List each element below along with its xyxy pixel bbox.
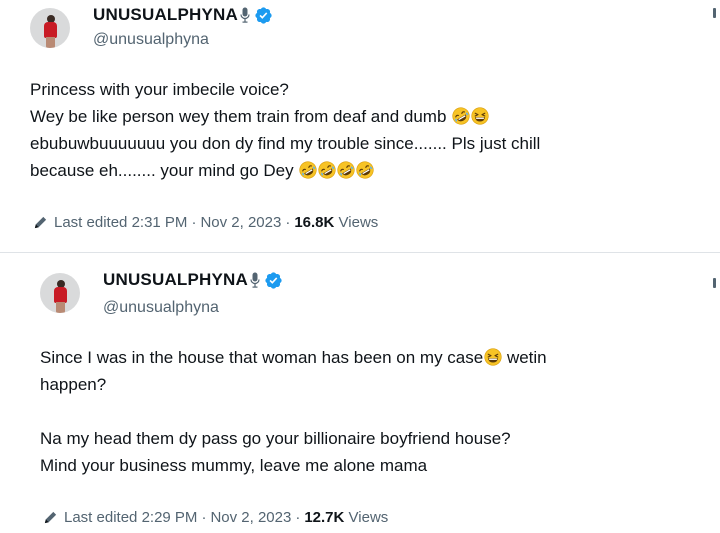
tweet-text-line: ebubuwbuuuuuuu you don dy find my troubl… bbox=[30, 134, 541, 153]
tweet-text-spacer bbox=[40, 398, 547, 425]
tweet-text-line: Na my head them dy pass go your billiona… bbox=[40, 429, 511, 448]
separator: · bbox=[201, 509, 207, 526]
more-options-edge[interactable] bbox=[713, 8, 716, 18]
pencil-icon bbox=[43, 510, 58, 525]
display-name-text[interactable]: UNUSUALPHYNA bbox=[103, 270, 248, 290]
edited-time[interactable]: 2:31 PM bbox=[132, 214, 188, 231]
tweet-meta: Last edited 2:31 PM · Nov 2, 2023 · 16.8… bbox=[33, 214, 378, 231]
separator: · bbox=[191, 214, 197, 231]
display-name-text[interactable]: UNUSUALPHYNA bbox=[93, 5, 238, 25]
tweet-text-line-content: because eh........ your mind go Dey bbox=[30, 161, 294, 180]
tweet-text-line-content: Wey be like person wey them train from d… bbox=[30, 107, 447, 126]
views-label[interactable]: Views bbox=[339, 214, 379, 231]
tweet-meta: Last edited 2:29 PM · Nov 2, 2023 · 12.7… bbox=[43, 509, 388, 526]
rolling-on-floor-laughing-emoji bbox=[356, 161, 374, 179]
tweet-text-line: Princess with your imbecile voice? bbox=[30, 80, 289, 99]
edited-date[interactable]: Nov 2, 2023 bbox=[210, 509, 291, 526]
last-edited-label[interactable]: Last edited bbox=[64, 509, 137, 526]
rolling-on-floor-laughing-emoji bbox=[318, 161, 336, 179]
more-options-edge[interactable] bbox=[713, 278, 716, 288]
pencil-icon bbox=[33, 215, 48, 230]
edited-date[interactable]: Nov 2, 2023 bbox=[200, 214, 281, 231]
tweet-text-line-content: Since I was in the house that woman has … bbox=[40, 348, 484, 367]
grinning-squinting-face-emoji bbox=[484, 348, 502, 366]
views-count[interactable]: 12.7K bbox=[304, 509, 344, 526]
avatar[interactable] bbox=[40, 273, 80, 313]
tweet-text-line: because eh........ your mind go Dey bbox=[30, 157, 540, 184]
last-edited-link[interactable]: Last edited 2:29 PM bbox=[64, 509, 197, 526]
tweet-text-line: Mind your business mummy, leave me alone… bbox=[40, 456, 428, 475]
microphone-icon bbox=[250, 272, 260, 288]
edited-time[interactable]: 2:29 PM bbox=[142, 509, 198, 526]
tweet-text-line: happen? bbox=[40, 375, 107, 394]
display-name[interactable]: UNUSUALPHYNA bbox=[93, 5, 273, 25]
views-count[interactable]: 16.8K bbox=[294, 214, 334, 231]
verified-badge-icon[interactable] bbox=[264, 271, 283, 290]
last-edited-label[interactable]: Last edited bbox=[54, 214, 127, 231]
rolling-on-floor-laughing-emoji bbox=[299, 161, 317, 179]
user-handle[interactable]: @unusualphyna bbox=[93, 31, 209, 49]
tweet-text-line: Wey be like person wey them train from d… bbox=[30, 103, 540, 130]
views-label[interactable]: Views bbox=[349, 509, 389, 526]
rolling-on-floor-laughing-emoji bbox=[337, 161, 355, 179]
grinning-squinting-face-emoji bbox=[471, 107, 489, 125]
user-handle[interactable]: @unusualphyna bbox=[103, 299, 219, 317]
avatar[interactable] bbox=[30, 8, 70, 48]
display-name[interactable]: UNUSUALPHYNA bbox=[103, 270, 283, 290]
tweet-text: Since I was in the house that woman has … bbox=[40, 344, 547, 479]
tweet-card[interactable]: UNUSUALPHYNA @unusualphyna Since I was i… bbox=[0, 255, 720, 533]
rolling-on-floor-laughing-emoji bbox=[452, 107, 470, 125]
microphone-icon bbox=[240, 7, 250, 23]
separator: · bbox=[285, 214, 291, 231]
tweet-text: Princess with your imbecile voice? Wey b… bbox=[30, 76, 540, 184]
separator: · bbox=[295, 509, 301, 526]
tweet-card[interactable]: UNUSUALPHYNA @unusualphyna Princess with… bbox=[0, 0, 720, 250]
last-edited-link[interactable]: Last edited 2:31 PM bbox=[54, 214, 187, 231]
verified-badge-icon[interactable] bbox=[254, 6, 273, 25]
divider bbox=[0, 252, 720, 253]
tweet-text-line: Since I was in the house that woman has … bbox=[40, 344, 547, 371]
tweet-text-line-content: wetin bbox=[506, 348, 547, 367]
